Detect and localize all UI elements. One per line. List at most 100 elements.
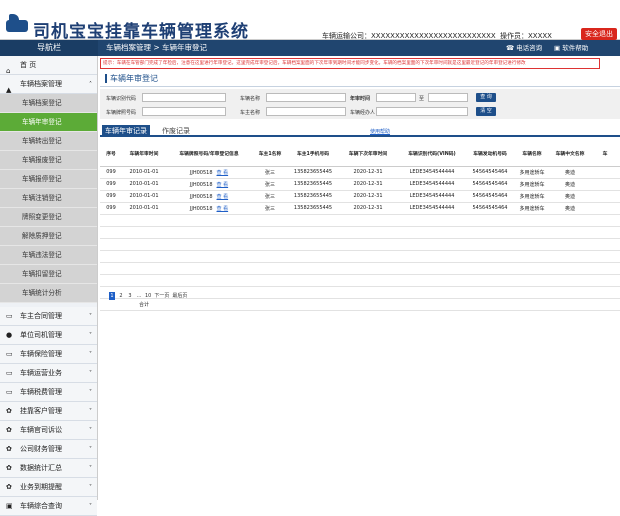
gear-icon: ✿ (6, 426, 12, 434)
sidebar-group-item[interactable]: ✿ 数据统计汇总 ˅ (0, 459, 97, 478)
page-link[interactable]: 10 (145, 292, 151, 300)
table-cell: LEDE3454544444 (398, 166, 466, 179)
sidebar-group-item[interactable]: ✿ 车辆官司诉讼 ˅ (0, 421, 97, 440)
empty-cell (550, 238, 590, 251)
tab-void-records[interactable]: 作废记录 (162, 125, 190, 137)
empty-cell (252, 250, 288, 263)
table-cell: 2010-01-01 (122, 202, 166, 215)
vin-input[interactable] (142, 93, 226, 102)
page-link[interactable]: 下一页 (154, 292, 169, 300)
sidebar-subitem[interactable]: 车辆统计分析 (0, 284, 97, 303)
sidebar-group-item[interactable]: ▭ 车主合同管理 ˅ (0, 307, 97, 326)
empty-cell (398, 274, 466, 287)
plate-input[interactable] (142, 107, 226, 116)
date-from-input[interactable] (376, 93, 416, 102)
sidebar-subitem[interactable]: 车辆转出登记 (0, 132, 97, 151)
table-row[interactable] (100, 262, 620, 275)
gear-icon: ✿ (6, 483, 12, 491)
chevron-down-icon: ˅ (89, 370, 92, 377)
empty-cell (466, 250, 514, 263)
sidebar-subitem[interactable]: 车辆报停登记 (0, 170, 97, 189)
sidebar-subitem[interactable]: 牌照变更登记 (0, 208, 97, 227)
table-row[interactable] (100, 238, 620, 251)
sidebar-item-home[interactable]: ⌂ 首 页 (0, 56, 97, 75)
table-cell: 2010-01-01 (122, 166, 166, 179)
table-row[interactable]: 099 2010-01-01 JJH00518 查 看 张三 135823655445 20… (100, 202, 620, 215)
empty-cell (100, 250, 122, 263)
empty-cell (252, 274, 288, 287)
empty-cell (466, 238, 514, 251)
sidebar-subitem-active[interactable]: 车辆年审登记 (0, 113, 97, 132)
phone-consult-link[interactable]: ☎ 电话咨询 (506, 40, 542, 56)
table-cell: 099 (100, 190, 122, 203)
usage-help-link[interactable]: 使用帮助 (370, 128, 390, 135)
owner-input[interactable] (266, 107, 346, 116)
logout-button[interactable]: 安全退出 (581, 28, 617, 40)
clear-button[interactable]: 清 空 (476, 107, 496, 116)
empty-cell (590, 238, 620, 251)
tab-review-records[interactable]: 车辆年审记录 (102, 125, 150, 137)
manager-input[interactable] (376, 107, 468, 116)
empty-cell (398, 262, 466, 275)
manager-label: 车辆经办人 (350, 110, 376, 116)
app-title: 司机宝宝挂靠车辆管理系统 (33, 22, 249, 42)
sidebar-group-item[interactable]: ● 单位司机管理 ˅ (0, 326, 97, 345)
empty-cell (514, 286, 550, 299)
empty-cell (288, 298, 338, 311)
empty-cell (466, 262, 514, 275)
sidebar-item-label: 车辆运营业务 (20, 369, 62, 377)
table-row[interactable]: 099 2010-01-01 JJH00518 查 看 张三 135823655445 20… (100, 166, 620, 179)
sidebar-group-item[interactable]: ▭ 车辆保险管理 ˅ (0, 345, 97, 364)
sidebar-item-label: 单位司机管理 (20, 331, 62, 339)
page-link[interactable]: 3 (127, 292, 133, 300)
table-row[interactable]: 099 2010-01-01 JJH00518 查 看 张三 135823655445 20… (100, 178, 620, 191)
page-link[interactable]: 2 (118, 292, 124, 300)
empty-cell (252, 262, 288, 275)
sidebar-group-item[interactable]: ▭ 车辆运营业务 ˅ (0, 364, 97, 383)
empty-cell (338, 226, 398, 239)
view-link[interactable]: 查 看 (217, 170, 229, 176)
table-row[interactable] (100, 214, 620, 227)
table-cell: 多用途轿车 (514, 190, 550, 203)
sidebar-subitem[interactable]: 车辆违法登记 (0, 246, 97, 265)
vin-label: 车辆识别代码 (106, 96, 137, 102)
sidebar-group-item[interactable]: ✿ 业务到期提醒 ˅ (0, 478, 97, 497)
table-row[interactable] (100, 226, 620, 239)
page-link[interactable]: 最后页 (172, 292, 187, 300)
query-button[interactable]: 查 询 (476, 93, 496, 102)
plate-number: JJH00518 (189, 169, 213, 176)
sidebar-group-item[interactable]: ✿ 挂靠客户管理 ˅ (0, 402, 97, 421)
date-to-input[interactable] (428, 93, 468, 102)
sidebar-subitem[interactable]: 车辆扣留登记 (0, 265, 97, 284)
page-current[interactable]: 1 (109, 292, 115, 300)
sidebar-subitem[interactable]: 车辆报废登记 (0, 151, 97, 170)
sidebar-subitem[interactable]: 车辆档案登记 (0, 94, 97, 113)
view-link[interactable]: 查 看 (217, 206, 229, 212)
table-cell: 张三 (252, 166, 288, 179)
monitor-icon: ▭ (6, 350, 13, 358)
software-help-link[interactable]: ▣ 软件帮助 (554, 40, 588, 56)
view-link[interactable]: 查 看 (217, 182, 229, 188)
table-row[interactable]: 099 2010-01-01 JJH00518 查 看 张三 135823655445 20… (100, 190, 620, 203)
table-cell: 奥迪 (550, 190, 590, 203)
empty-cell (252, 214, 288, 227)
sidebar-subitem[interactable]: 车辆注销登记 (0, 189, 97, 208)
sidebar-group-item[interactable]: ✿ 公司财务管理 ˅ (0, 440, 97, 459)
view-link[interactable]: 查 看 (217, 194, 229, 200)
empty-cell (398, 226, 466, 239)
table-cell: 54564545464 (466, 166, 514, 179)
table-row[interactable] (100, 274, 620, 287)
date-to-label: 至 (419, 96, 425, 102)
sidebar-group-item[interactable]: ▭ 车辆税费管理 ˅ (0, 383, 97, 402)
vehicle-name-input[interactable] (266, 93, 346, 102)
table-cell: 099 (100, 178, 122, 191)
table-row[interactable] (100, 250, 620, 263)
sidebar-group-vehicle-archive[interactable]: ▲ 车辆档案管理 ˄ (0, 75, 97, 94)
owner-label: 车主名称 (240, 110, 261, 116)
page-link[interactable]: ... (136, 292, 142, 300)
empty-cell (100, 274, 122, 287)
table-cell: 多用途轿车 (514, 202, 550, 215)
sidebar-subitem[interactable]: 解除质押登记 (0, 227, 97, 246)
empty-cell (338, 214, 398, 227)
column-header: 序号 (100, 142, 122, 167)
